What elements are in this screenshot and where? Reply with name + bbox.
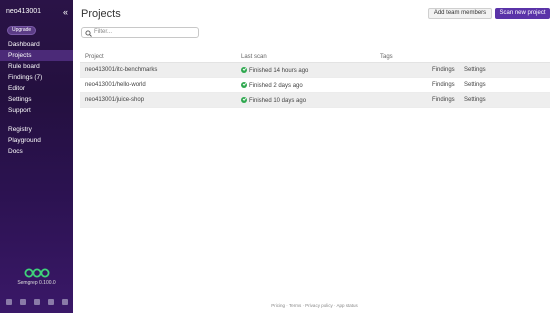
search-icon <box>85 29 92 37</box>
last-scan-status: Finished 2 days ago <box>241 82 303 89</box>
column-header-last-scan[interactable]: Last scan <box>241 54 267 60</box>
page-title: Projects <box>81 8 121 20</box>
last-scan-text: Finished 10 days ago <box>249 98 307 104</box>
sidebar-header: neo413001 « <box>6 7 68 18</box>
main-content: Projects Add team members Scan new proje… <box>73 0 556 313</box>
calendar-icon[interactable] <box>62 299 68 305</box>
check-circle-icon <box>241 82 247 88</box>
findings-link[interactable]: Findings <box>432 97 455 103</box>
findings-link[interactable]: Findings <box>432 67 455 73</box>
sidebar: neo413001 « Upgrade Dashboard Projects R… <box>0 0 73 313</box>
last-scan-text: Finished 2 days ago <box>249 83 303 89</box>
table-row[interactable]: neo413001/juice-shop Finished 10 days ag… <box>80 93 550 108</box>
filter-input[interactable]: Filter... <box>81 27 199 38</box>
project-name[interactable]: neo413001/itc-benchmarks <box>85 67 157 73</box>
username[interactable]: neo413001 <box>6 8 41 15</box>
sidebar-item-registry[interactable]: Registry <box>0 124 73 135</box>
add-team-members-button[interactable]: Add team members <box>428 8 492 19</box>
settings-link[interactable]: Settings <box>464 67 486 73</box>
settings-link[interactable]: Settings <box>464 82 486 88</box>
project-name[interactable]: neo413001/juice-shop <box>85 97 144 103</box>
sidebar-item-editor[interactable]: Editor <box>0 83 73 94</box>
sidebar-item-rule-board[interactable]: Rule board <box>0 61 73 72</box>
sidebar-item-dashboard[interactable]: Dashboard <box>0 39 73 50</box>
table-header: Project Last scan Tags <box>80 50 550 63</box>
last-scan-status: Finished 14 hours ago <box>241 67 308 74</box>
semgrep-logo[interactable]: Semgrep 0.100.0 <box>0 268 73 286</box>
sidebar-item-docs[interactable]: Docs <box>0 146 73 157</box>
semgrep-logo-icon <box>24 268 49 278</box>
sidebar-secondary-nav: Registry Playground Docs <box>0 124 73 157</box>
last-scan-status: Finished 10 days ago <box>241 97 306 104</box>
filter-placeholder: Filter... <box>94 29 113 35</box>
footer-links[interactable]: Pricing · Terms · Privacy policy · App s… <box>73 303 556 308</box>
scan-new-project-button[interactable]: Scan new project <box>495 8 550 19</box>
column-header-tags: Tags <box>380 54 393 60</box>
github-icon[interactable] <box>34 299 40 305</box>
findings-link[interactable]: Findings <box>432 82 455 88</box>
settings-link[interactable]: Settings <box>464 97 486 103</box>
sidebar-item-support[interactable]: Support <box>0 105 73 116</box>
sidebar-nav: Dashboard Projects Rule board Findings (… <box>0 39 73 116</box>
sidebar-item-settings[interactable]: Settings <box>0 94 73 105</box>
projects-table: Project Last scan Tags neo413001/itc-ben… <box>80 50 550 108</box>
sidebar-item-findings[interactable]: Findings (7) <box>0 72 73 83</box>
chevrons-left-icon[interactable]: « <box>63 7 68 17</box>
table-row[interactable]: neo413001/itc-benchmarks Finished 14 hou… <box>80 63 550 78</box>
project-name[interactable]: neo413001/hello-world <box>85 82 146 88</box>
twitter-icon[interactable] <box>48 299 54 305</box>
document-icon[interactable] <box>6 299 12 305</box>
slack-icon[interactable] <box>20 299 26 305</box>
sidebar-item-playground[interactable]: Playground <box>0 135 73 146</box>
sidebar-item-projects[interactable]: Projects <box>0 50 73 61</box>
check-circle-icon <box>241 97 247 103</box>
sidebar-footer-icons <box>6 299 68 305</box>
last-scan-text: Finished 14 hours ago <box>249 68 309 74</box>
column-header-project[interactable]: Project <box>85 54 104 60</box>
table-row[interactable]: neo413001/hello-world Finished 2 days ag… <box>80 78 550 93</box>
check-circle-icon <box>241 67 247 73</box>
version-label: Semgrep 0.100.0 <box>17 280 56 286</box>
upgrade-button[interactable]: Upgrade <box>7 26 37 35</box>
